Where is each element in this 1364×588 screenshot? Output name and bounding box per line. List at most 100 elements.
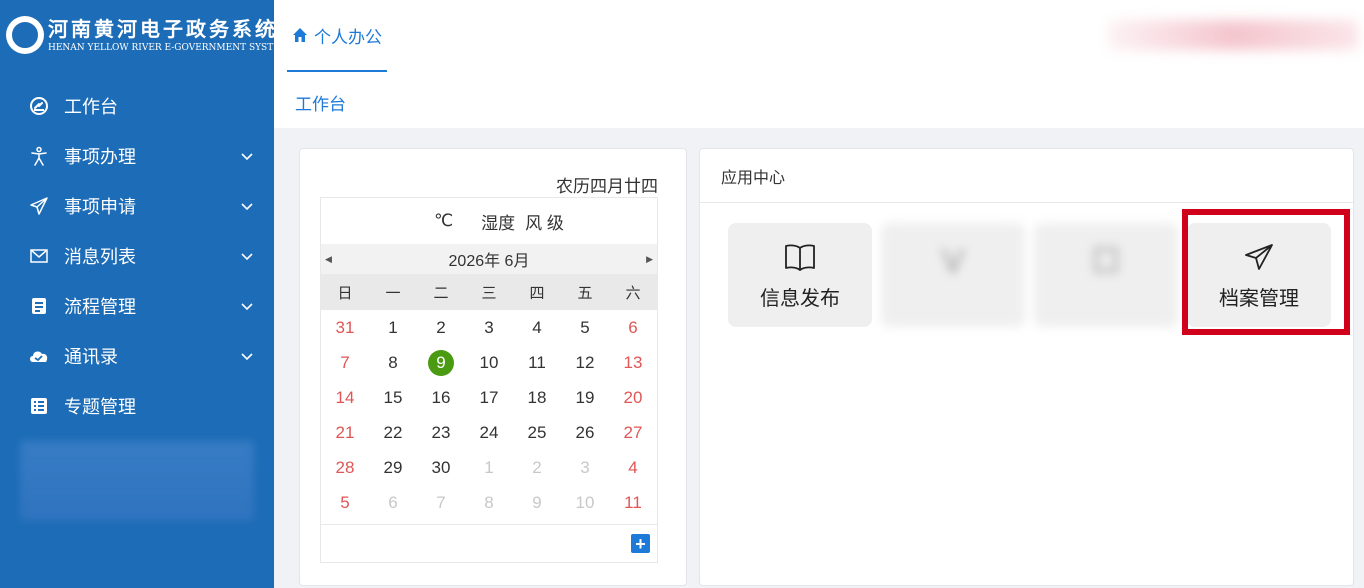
weekday-label: 四 bbox=[529, 284, 545, 302]
day-number: 15 bbox=[383, 387, 403, 407]
next-month-icon[interactable]: ▶ bbox=[646, 254, 653, 265]
chevron-down-icon bbox=[241, 303, 253, 311]
calendar-day[interactable]: 4 bbox=[513, 310, 561, 345]
app-tile-blurred-1[interactable] bbox=[881, 223, 1025, 327]
calendar-day[interactable]: 18 bbox=[513, 380, 561, 415]
calendar-day[interactable]: 10 bbox=[561, 485, 609, 520]
blurred-icon bbox=[1090, 243, 1122, 277]
sidebar-item-workflow[interactable]: 流程管理 bbox=[0, 281, 274, 331]
calendar-day[interactable]: 8 bbox=[465, 485, 513, 520]
sidebar-item-workbench[interactable]: 工作台 bbox=[0, 81, 274, 131]
calendar-day[interactable]: 11 bbox=[609, 485, 657, 520]
calendar-day[interactable]: 15 bbox=[369, 380, 417, 415]
calendar-day[interactable]: 6 bbox=[369, 485, 417, 520]
calendar-day[interactable]: 9 bbox=[417, 345, 465, 380]
tab-label: 个人办公 bbox=[314, 27, 382, 47]
app-center-panel: 应用中心 信息发布 档案管理 bbox=[699, 148, 1354, 586]
calendar-day[interactable]: 21 bbox=[321, 415, 369, 450]
calendar-day[interactable]: 5 bbox=[561, 310, 609, 345]
day-number: 6 bbox=[388, 492, 398, 512]
day-number: 11 bbox=[624, 492, 642, 512]
calendar-day[interactable]: 30 bbox=[417, 450, 465, 485]
cloud-check-icon bbox=[28, 345, 50, 367]
calendar-day[interactable]: 28 bbox=[321, 450, 369, 485]
calendar-day[interactable]: 1 bbox=[465, 450, 513, 485]
tile-label bbox=[950, 285, 956, 308]
calendar-panel: 农历四月廿四 ℃ 湿度 风 级 ◀ 2026年 6月 ▶ 日一二三四五六 31 1… bbox=[299, 148, 687, 586]
calendar-day[interactable]: 20 bbox=[609, 380, 657, 415]
calendar-day[interactable]: 16 bbox=[417, 380, 465, 415]
calendar-day[interactable]: 22 bbox=[369, 415, 417, 450]
day-number: 3 bbox=[484, 317, 494, 337]
sidebar-item-topics[interactable]: 专题管理 bbox=[0, 381, 274, 431]
calendar-day[interactable]: 11 bbox=[513, 345, 561, 380]
day-number: 30 bbox=[431, 457, 451, 477]
day-number: 13 bbox=[623, 352, 643, 372]
logo-title-cn: 河南黄河电子政务系统 bbox=[48, 17, 278, 41]
day-number: 8 bbox=[388, 352, 398, 372]
prev-month-icon[interactable]: ◀ bbox=[325, 254, 332, 265]
day-number: 22 bbox=[383, 422, 403, 442]
calendar-day[interactable]: 26 bbox=[561, 415, 609, 450]
calendar-day[interactable]: 13 bbox=[609, 345, 657, 380]
calendar-day[interactable]: 4 bbox=[609, 450, 657, 485]
tile-label: 档案管理 bbox=[1219, 287, 1299, 310]
month-label: 2026年 6月 bbox=[448, 253, 530, 270]
sidebar-item-application[interactable]: 事项申请 bbox=[0, 181, 274, 231]
app-tile-archive-management[interactable]: 档案管理 bbox=[1187, 223, 1331, 327]
app-tile-info-publish[interactable]: 信息发布 bbox=[728, 223, 872, 327]
calendar-day[interactable]: 3 bbox=[465, 310, 513, 345]
calendar-day[interactable]: 1 bbox=[369, 310, 417, 345]
sidebar-item-matters[interactable]: 事项办理 bbox=[0, 131, 274, 181]
chevron-down-icon bbox=[241, 203, 253, 211]
document-icon bbox=[28, 295, 50, 317]
calendar-day[interactable]: 12 bbox=[561, 345, 609, 380]
day-number: 11 bbox=[528, 352, 546, 372]
calendar-day[interactable]: 19 bbox=[561, 380, 609, 415]
calendar-day[interactable]: 6 bbox=[609, 310, 657, 345]
weekday-label: 三 bbox=[481, 284, 497, 302]
app-tile-blurred-2[interactable] bbox=[1034, 223, 1178, 327]
calendar-day[interactable]: 27 bbox=[609, 415, 657, 450]
sidebar-item-label: 工作台 bbox=[64, 97, 118, 117]
add-event-button[interactable]: + bbox=[631, 534, 650, 553]
calendar-day[interactable]: 3 bbox=[561, 450, 609, 485]
sidebar-item-label: 事项办理 bbox=[64, 147, 136, 167]
paper-plane-icon bbox=[28, 195, 50, 217]
calendar-day[interactable]: 8 bbox=[369, 345, 417, 380]
day-number: 12 bbox=[575, 352, 595, 372]
calendar-day[interactable]: 7 bbox=[417, 485, 465, 520]
calendar-day[interactable]: 5 bbox=[321, 485, 369, 520]
calendar-day[interactable]: 2 bbox=[417, 310, 465, 345]
calendar-day[interactable]: 17 bbox=[465, 380, 513, 415]
month-nav: ◀ 2026年 6月 ▶ bbox=[321, 244, 657, 274]
breadcrumb[interactable]: 工作台 bbox=[295, 90, 346, 115]
weekday-label: 日 bbox=[337, 284, 353, 302]
sidebar-item-messages[interactable]: 消息列表 bbox=[0, 231, 274, 281]
calendar-day[interactable]: 10 bbox=[465, 345, 513, 380]
calendar-day[interactable]: 2 bbox=[513, 450, 561, 485]
weekday-label: 二 bbox=[433, 284, 449, 302]
sidebar-item-label: 流程管理 bbox=[64, 297, 136, 317]
calendar-day[interactable]: 23 bbox=[417, 415, 465, 450]
day-number: 28 bbox=[335, 457, 355, 477]
day-number: 8 bbox=[484, 492, 494, 512]
calendar-day[interactable]: 25 bbox=[513, 415, 561, 450]
day-number: 5 bbox=[580, 317, 590, 337]
calendar-day[interactable]: 9 bbox=[513, 485, 561, 520]
tab-personal-office[interactable]: 个人办公 bbox=[287, 0, 387, 72]
calendar-day[interactable]: 7 bbox=[321, 345, 369, 380]
day-number: 1 bbox=[484, 457, 494, 477]
calendar-day[interactable]: 14 bbox=[321, 380, 369, 415]
calendar-day[interactable]: 24 bbox=[465, 415, 513, 450]
sidebar-menu: 工作台 事项办理 事项申请 消息列表 流程管理 通讯录 专题管理 bbox=[0, 81, 274, 521]
tile-label: 信息发布 bbox=[760, 287, 840, 310]
blurred-icon bbox=[937, 243, 969, 277]
day-number: 23 bbox=[431, 422, 451, 442]
sidebar-item-contacts[interactable]: 通讯录 bbox=[0, 331, 274, 381]
calendar-day[interactable]: 31 bbox=[321, 310, 369, 345]
app-center-title: 应用中心 bbox=[700, 149, 1353, 203]
day-number: 3 bbox=[580, 457, 590, 477]
day-number: 7 bbox=[436, 492, 446, 512]
calendar-day[interactable]: 29 bbox=[369, 450, 417, 485]
